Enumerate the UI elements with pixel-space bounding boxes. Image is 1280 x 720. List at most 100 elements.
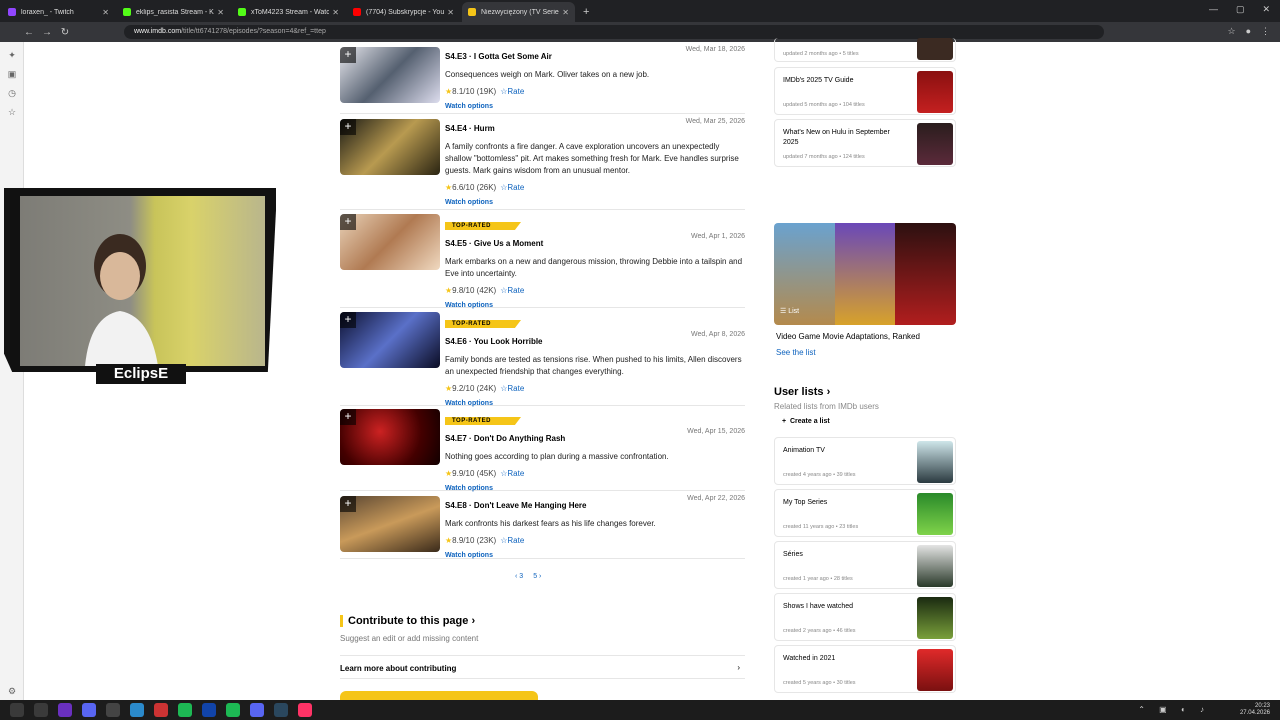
close-icon[interactable]: ✕	[447, 8, 454, 17]
forward-icon[interactable]: →	[38, 27, 56, 38]
episode-thumbnail[interactable]: +	[340, 409, 440, 465]
add-to-watchlist-icon[interactable]: +	[340, 119, 356, 135]
add-to-watchlist-icon[interactable]: +	[340, 214, 356, 230]
close-icon[interactable]: ✕	[562, 8, 569, 17]
search-icon[interactable]	[34, 703, 48, 717]
browser-tab-active[interactable]: Niezwyciężony (TV Series 2021✕	[462, 2, 575, 22]
featured-list-gallery[interactable]	[774, 223, 956, 325]
add-edit-button[interactable]	[340, 691, 538, 700]
episode-title[interactable]: S4.E3 · I Gotta Get Some Air	[445, 52, 552, 61]
episode-thumbnail[interactable]: +	[340, 214, 440, 270]
watch-options-link[interactable]: Watch options	[445, 552, 745, 559]
air-date: Wed, Mar 18, 2026	[685, 46, 745, 53]
rate-button[interactable]: ☆Rate	[500, 183, 524, 192]
episode-thumbnail[interactable]: +	[340, 47, 440, 103]
url-path: /title/tt6741278/episodes/?season=4&ref_…	[181, 28, 326, 35]
close-window-icon[interactable]: ✕	[1262, 4, 1270, 15]
add-to-watchlist-icon[interactable]: +	[340, 47, 356, 63]
prev-page-button[interactable]: ‹ 3	[515, 573, 523, 580]
rate-button[interactable]: ☆Rate	[500, 469, 524, 478]
close-icon[interactable]: ✕	[102, 8, 109, 17]
rate-button[interactable]: ☆Rate	[500, 384, 524, 393]
rate-label: Rate	[507, 183, 525, 192]
title-separator: ·	[466, 239, 474, 248]
rate-button[interactable]: ☆Rate	[500, 536, 524, 545]
browser-tab[interactable]: eklips_rasista Stream - Kick Da✕	[117, 2, 230, 22]
user-lists-heading[interactable]: User lists ›	[774, 386, 830, 398]
related-list-card[interactable]: IMDb's 2025 TV Guide updated 5 months ag…	[774, 67, 956, 115]
url-input[interactable]: www.imdb.com/title/tt6741278/episodes/?s…	[124, 25, 1104, 39]
user-list-card[interactable]: My Top Series created 11 years ago • 23 t…	[774, 489, 956, 537]
episode-title[interactable]: S4.E6 · You Look Horrible	[445, 337, 543, 346]
profile-icon[interactable]: ●	[1246, 26, 1251, 37]
reload-icon[interactable]: ↻	[56, 27, 74, 38]
watch-options-link[interactable]: Watch options	[445, 485, 745, 492]
next-page-button[interactable]: 5 ›	[533, 573, 541, 580]
related-list-card[interactable]: What's New on Hulu in September 2025 upd…	[774, 119, 956, 167]
app-icon[interactable]	[202, 703, 216, 717]
browser-tab[interactable]: xToM4223 Stream - Watch li✕	[232, 2, 345, 22]
rating-value: 9.9	[452, 469, 464, 478]
top-rated-badge: TOP-RATED	[445, 320, 521, 328]
favorites-icon[interactable]: ☆	[0, 107, 24, 118]
app-icon[interactable]	[130, 703, 144, 717]
clock[interactable]: 20:23 27.04.2026	[1240, 703, 1270, 717]
watch-options-link[interactable]: Watch options	[445, 199, 745, 206]
close-icon[interactable]: ✕	[217, 8, 224, 17]
app-icon[interactable]	[82, 703, 96, 717]
episode-thumbnail[interactable]: +	[340, 119, 440, 175]
user-list-card[interactable]: Séries created 1 year ago • 28 titles	[774, 541, 956, 589]
maximize-icon[interactable]: ▢	[1236, 4, 1245, 15]
episode-thumbnail[interactable]: +	[340, 312, 440, 368]
system-tray-icons[interactable]: ⌃ ▣ ◐ ♪	[1138, 705, 1210, 714]
app-icon[interactable]	[58, 703, 72, 717]
watch-options-link[interactable]: Watch options	[445, 400, 745, 407]
list-name: Watched in 2021	[783, 655, 836, 662]
app-icon[interactable]	[226, 703, 240, 717]
episode-title[interactable]: S4.E5 · Give Us a Moment	[445, 239, 543, 248]
close-icon[interactable]: ✕	[332, 8, 339, 17]
related-list-card[interactable]: updated 2 months ago • 5 titles	[774, 38, 956, 62]
browser-tab[interactable]: loraxen_ - Twitch ✕	[2, 2, 115, 22]
user-list-card[interactable]: Watched in 2021 created 5 years ago • 30 …	[774, 645, 956, 693]
learn-more-link[interactable]: Learn more about contributing ›	[340, 655, 745, 679]
tab-title: loraxen_ - Twitch	[21, 8, 74, 16]
episode-title[interactable]: S4.E8 · Don't Leave Me Hanging Here	[445, 501, 587, 510]
list-name: My Top Series	[783, 499, 828, 506]
add-to-watchlist-icon[interactable]: +	[340, 409, 356, 425]
browser-tab[interactable]: (7704) Subskrypcje - YouTube✕	[347, 2, 460, 22]
episode-title[interactable]: S4.E4 · Hurm	[445, 124, 495, 133]
settings-icon[interactable]: ⚙	[0, 686, 24, 697]
episode-rating: ★9.8/10 (42K) ☆Rate	[445, 286, 745, 295]
discord-icon[interactable]	[250, 703, 264, 717]
bookmark-star-icon[interactable]: ☆	[1227, 26, 1235, 37]
add-to-watchlist-icon[interactable]: +	[340, 312, 356, 328]
app-icon[interactable]	[106, 703, 120, 717]
back-icon[interactable]: ←	[20, 27, 38, 38]
episode-title[interactable]: S4.E7 · Don't Do Anything Rash	[445, 434, 565, 443]
spotify-icon[interactable]	[178, 703, 192, 717]
history-icon[interactable]: ◷	[0, 88, 24, 99]
app-icon[interactable]	[154, 703, 168, 717]
start-icon[interactable]	[10, 703, 24, 717]
minimize-icon[interactable]: —	[1209, 4, 1218, 15]
watch-options-link[interactable]: Watch options	[445, 302, 745, 309]
new-tab-icon[interactable]: +	[583, 2, 589, 22]
featured-list-title[interactable]: Video Game Movie Adaptations, Ranked	[776, 332, 920, 341]
title-separator: ·	[466, 52, 474, 61]
watch-options-link[interactable]: Watch options	[445, 103, 745, 110]
episode-thumbnail[interactable]: +	[340, 496, 440, 552]
rate-button[interactable]: ☆Rate	[500, 87, 524, 96]
user-list-card[interactable]: Animation TV created 4 years ago • 39 tit…	[774, 437, 956, 485]
create-list-button[interactable]: + Create a list	[782, 418, 830, 425]
sparkle-icon[interactable]: ✦	[0, 50, 24, 61]
user-list-card[interactable]: Shows I have watched created 2 years ago …	[774, 593, 956, 641]
contribute-heading[interactable]: Contribute to this page ›	[340, 615, 475, 627]
extensions-icon[interactable]: ⋮	[1261, 26, 1270, 37]
browser-icon[interactable]	[298, 703, 312, 717]
wallet-icon[interactable]: ▣	[0, 69, 24, 80]
rate-button[interactable]: ☆Rate	[500, 286, 524, 295]
add-to-watchlist-icon[interactable]: +	[340, 496, 356, 512]
steam-icon[interactable]	[274, 703, 288, 717]
see-list-link[interactable]: See the list	[776, 348, 816, 357]
